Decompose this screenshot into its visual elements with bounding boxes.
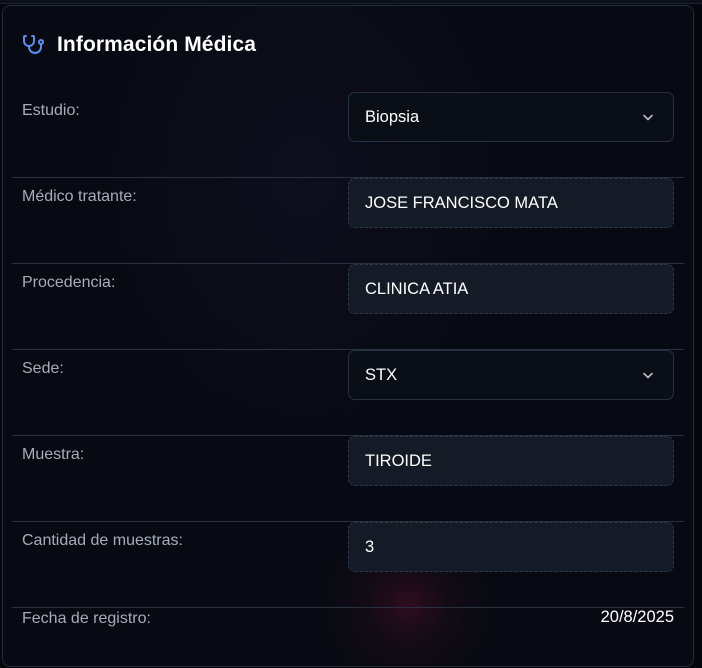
medico-label: Médico tratante:: [22, 188, 137, 205]
row-medico: Médico tratante: JOSE FRANCISCO MATA: [12, 178, 684, 264]
sede-value: STX: [365, 365, 398, 384]
row-procedencia: Procedencia: CLINICA ATIA: [12, 264, 684, 350]
estudio-label: Estudio:: [22, 102, 80, 119]
stethoscope-icon: [21, 33, 45, 57]
sede-label: Sede:: [22, 360, 64, 377]
row-fecha: Fecha de registro: 20/8/2025: [12, 600, 684, 660]
chevron-down-icon: [641, 110, 655, 124]
row-sede: Sede: STX: [12, 350, 684, 436]
medico-field[interactable]: JOSE FRANCISCO MATA: [348, 178, 674, 228]
cantidad-field[interactable]: 3: [348, 522, 674, 572]
estudio-value: Biopsia: [365, 107, 420, 126]
procedencia-field[interactable]: CLINICA ATIA: [348, 264, 674, 314]
procedencia-label: Procedencia:: [22, 274, 116, 291]
section-header: Información Médica: [21, 31, 256, 59]
procedencia-value: CLINICA ATIA: [365, 279, 469, 298]
medico-value: JOSE FRANCISCO MATA: [365, 193, 558, 212]
top-border: [0, 0, 702, 4]
muestra-label: Muestra:: [22, 446, 85, 463]
row-estudio: Estudio: Biopsia: [12, 92, 684, 178]
section-title: Información Médica: [57, 33, 257, 56]
row-cantidad: Cantidad de muestras: 3: [12, 522, 684, 608]
muestra-value: TIROIDE: [365, 451, 432, 470]
cantidad-value: 3: [365, 537, 375, 556]
sede-select[interactable]: STX: [348, 350, 674, 400]
cantidad-label: Cantidad de muestras:: [22, 532, 183, 549]
fecha-value: 20/8/2025: [600, 608, 674, 626]
muestra-field[interactable]: TIROIDE: [348, 436, 674, 486]
row-muestra: Muestra: TIROIDE: [12, 436, 684, 522]
fecha-label: Fecha de registro:: [22, 610, 151, 627]
chevron-down-icon: [641, 368, 655, 382]
medical-info-card: Información Médica Estudio: Biopsia Médi…: [2, 5, 694, 667]
estudio-select[interactable]: Biopsia: [348, 92, 674, 142]
